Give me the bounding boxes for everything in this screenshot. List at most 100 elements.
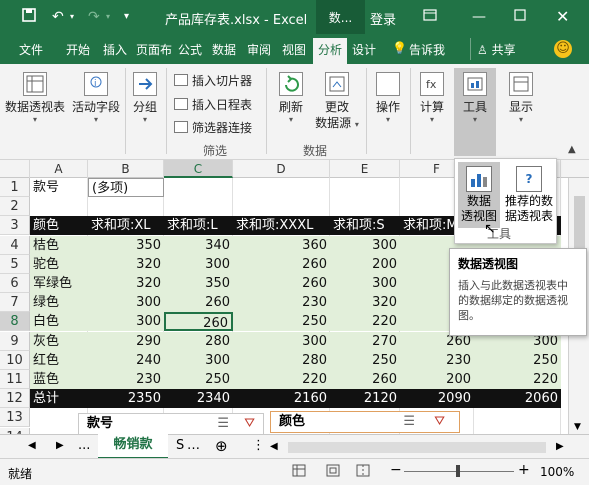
table-cell[interactable]: 280: [233, 351, 330, 370]
horizontal-scrollbar[interactable]: [288, 442, 546, 453]
tab-home[interactable]: 开始: [66, 41, 90, 58]
column-header[interactable]: B: [88, 160, 164, 178]
table-cell[interactable]: 300: [164, 255, 233, 274]
row-header[interactable]: 4: [0, 236, 30, 255]
tab-insert[interactable]: 插入: [103, 41, 127, 58]
table-cell[interactable]: 250: [474, 351, 561, 370]
table-cell[interactable]: 300: [88, 312, 164, 331]
table-cell[interactable]: 260: [330, 370, 400, 389]
table-cell[interactable]: 260: [164, 293, 233, 312]
table-cell[interactable]: 300: [233, 332, 330, 351]
total-cell[interactable]: 总计: [30, 389, 88, 408]
save-icon[interactable]: [22, 8, 36, 27]
clear-filter-icon[interactable]: ⛛: [244, 414, 255, 434]
table-cell[interactable]: 蓝色: [30, 370, 88, 389]
tab-view[interactable]: 视图: [282, 41, 306, 58]
actions-button[interactable]: 操作 ▾: [370, 72, 406, 125]
total-cell[interactable]: 2160: [233, 389, 330, 408]
pivot-chart-button[interactable]: 数据 透视图: [458, 162, 500, 228]
total-cell[interactable]: 2090: [400, 389, 474, 408]
collapse-ribbon-icon[interactable]: ▲: [568, 144, 576, 155]
row-header[interactable]: 11: [0, 370, 30, 389]
table-cell[interactable]: 240: [88, 351, 164, 370]
normal-view-icon[interactable]: [292, 464, 306, 480]
sheet-tab[interactable]: S: [176, 438, 184, 453]
sheet-tab-active[interactable]: 畅销款: [98, 434, 168, 459]
show-button[interactable]: 显示 ▾: [502, 72, 540, 125]
change-data-source-button[interactable]: 更改 数据源 ▾: [312, 72, 362, 131]
table-cell[interactable]: 灰色: [30, 332, 88, 351]
pivot-header-cell[interactable]: 求和项:XXXL: [233, 216, 330, 235]
table-cell[interactable]: 250: [164, 370, 233, 389]
hscroll-right-icon[interactable]: ▶: [556, 441, 564, 452]
table-cell[interactable]: 200: [330, 255, 400, 274]
row-header[interactable]: 5: [0, 255, 30, 274]
tab-design[interactable]: 设计: [352, 41, 376, 58]
row-header[interactable]: 9: [0, 332, 30, 351]
table-cell[interactable]: 230: [233, 293, 330, 312]
pivot-header-cell[interactable]: 求和项:XL: [88, 216, 164, 235]
table-cell[interactable]: 300: [164, 351, 233, 370]
zoom-in-icon[interactable]: +: [518, 462, 530, 478]
select-all-corner[interactable]: [0, 160, 30, 178]
table-cell[interactable]: 270: [330, 332, 400, 351]
calculate-button[interactable]: fx 计算 ▾: [414, 72, 450, 125]
maximize-icon[interactable]: [514, 8, 526, 26]
close-icon[interactable]: ✕: [556, 8, 569, 26]
feedback-smiley-icon[interactable]: ☺: [554, 40, 572, 58]
page-layout-view-icon[interactable]: [326, 464, 340, 480]
multi-select-icon[interactable]: ☰: [403, 412, 415, 432]
filter-field-value[interactable]: (多项): [88, 178, 164, 197]
row-header[interactable]: 13: [0, 408, 30, 427]
column-header[interactable]: A: [30, 160, 88, 178]
table-cell[interactable]: 320: [88, 255, 164, 274]
tab-data[interactable]: 数据: [212, 41, 236, 58]
vscroll-down-icon[interactable]: ▼: [574, 422, 581, 432]
refresh-button[interactable]: 刷新 ▾: [272, 72, 310, 125]
table-cell[interactable]: 350: [88, 236, 164, 255]
undo-icon[interactable]: ↶: [52, 8, 64, 26]
table-cell[interactable]: 300: [330, 274, 400, 293]
table-cell[interactable]: 300: [88, 293, 164, 312]
table-cell[interactable]: 280: [164, 332, 233, 351]
insert-timeline-button[interactable]: 插入日程表: [174, 96, 252, 113]
group-button[interactable]: 分组 ▾: [128, 72, 162, 125]
add-sheet-icon[interactable]: ⊕: [215, 437, 228, 455]
table-cell[interactable]: 260: [233, 274, 330, 293]
table-cell[interactable]: 300: [330, 236, 400, 255]
row-header[interactable]: 6: [0, 274, 30, 293]
table-cell[interactable]: 320: [330, 293, 400, 312]
row-header[interactable]: 10: [0, 351, 30, 370]
scroll-tabs-left-icon[interactable]: ◀: [28, 440, 36, 451]
scroll-tabs-right-icon[interactable]: ▶: [56, 440, 64, 451]
table-cell[interactable]: 250: [233, 312, 330, 331]
table-cell[interactable]: 200: [400, 370, 474, 389]
zoom-level[interactable]: 100%: [540, 465, 574, 479]
zoom-slider-thumb[interactable]: [456, 465, 460, 477]
row-header[interactable]: 2: [0, 197, 30, 216]
ribbon-display-icon[interactable]: [423, 8, 437, 26]
zoom-out-icon[interactable]: −: [390, 462, 402, 478]
insert-slicer-button[interactable]: 插入切片器: [174, 72, 252, 89]
row-header[interactable]: 8: [0, 312, 30, 331]
table-cell[interactable]: 白色: [30, 312, 88, 331]
pivot-header-cell[interactable]: 求和项:L: [164, 216, 233, 235]
table-cell[interactable]: 驼色: [30, 255, 88, 274]
undo-dropdown-icon[interactable]: ▾: [70, 8, 74, 26]
contextual-tab-group[interactable]: 数...: [316, 0, 365, 34]
table-cell[interactable]: 260: [233, 255, 330, 274]
redo-icon[interactable]: ↷: [88, 8, 100, 26]
share-button[interactable]: ♙ 共享: [470, 38, 526, 60]
tab-review[interactable]: 审阅: [247, 41, 271, 58]
active-field-button[interactable]: i 活动字段 ▾: [68, 72, 124, 125]
table-cell[interactable]: 340: [164, 236, 233, 255]
total-cell[interactable]: 2060: [474, 389, 561, 408]
table-cell[interactable]: 360: [233, 236, 330, 255]
table-cell[interactable]: 230: [88, 370, 164, 389]
row-header[interactable]: 12: [0, 389, 30, 408]
table-cell[interactable]: 220: [474, 370, 561, 389]
sheet-options[interactable]: ⋮: [252, 438, 265, 453]
table-cell[interactable]: 220: [233, 370, 330, 389]
column-header[interactable]: E: [330, 160, 400, 178]
pivot-header-cell[interactable]: 求和项:S: [330, 216, 400, 235]
